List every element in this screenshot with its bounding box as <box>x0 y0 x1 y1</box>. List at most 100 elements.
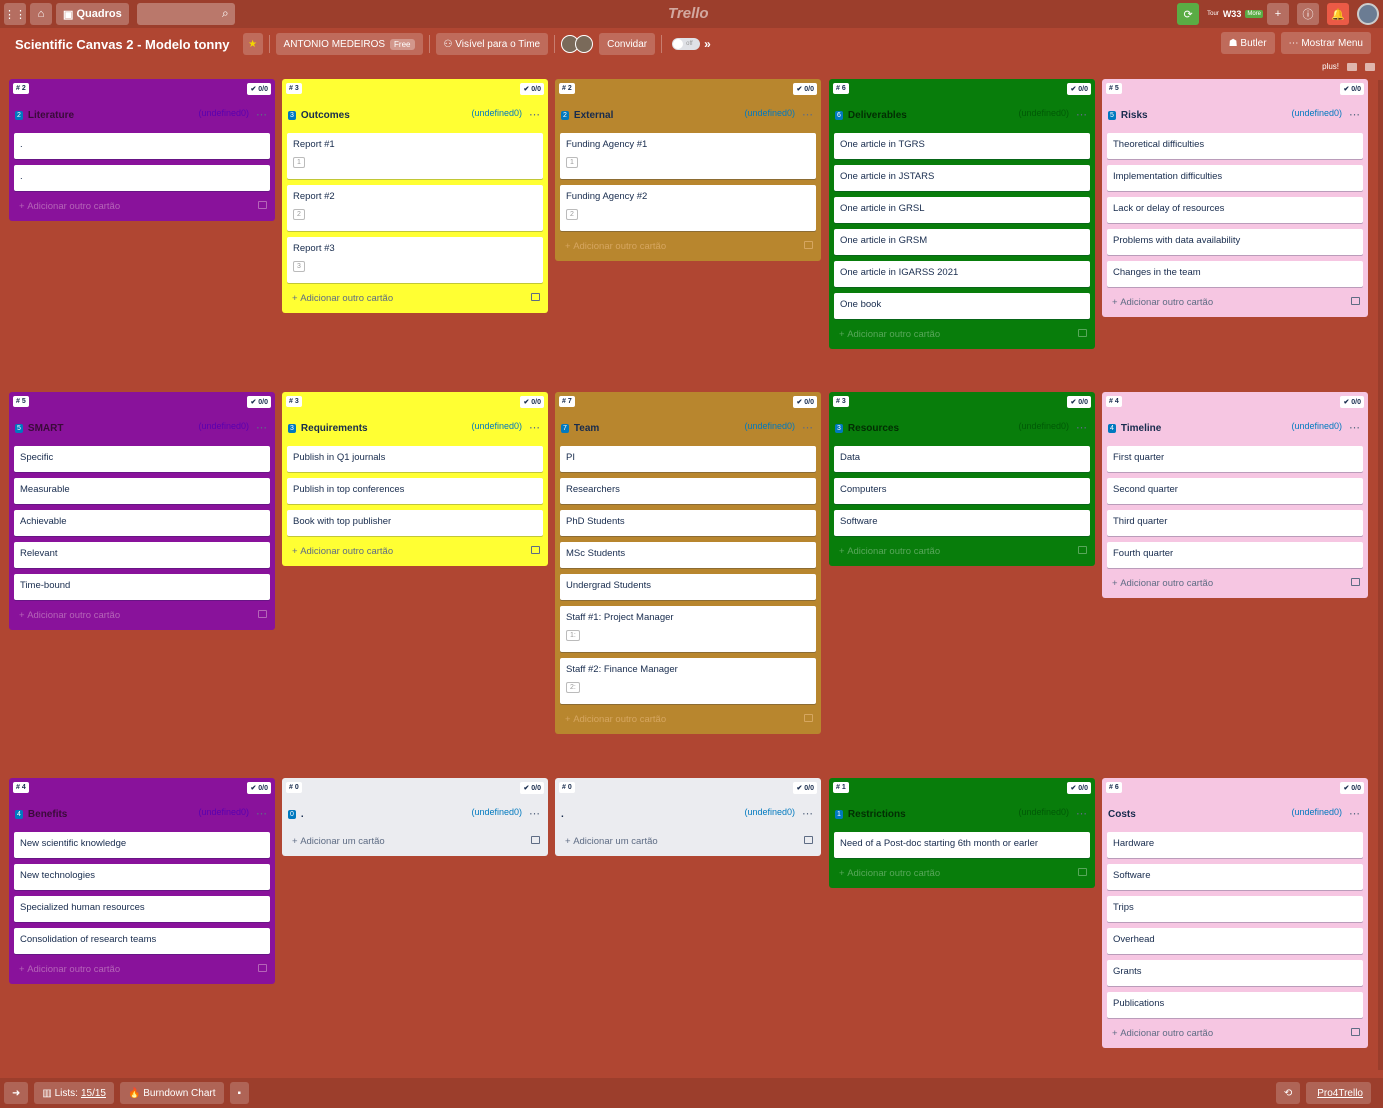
card[interactable]: Publications <box>1107 992 1363 1018</box>
card[interactable]: Book with top publisher <box>287 510 543 536</box>
lists-value[interactable]: 15/15 <box>81 1088 106 1099</box>
add-card-button[interactable]: + Adicionar outro cartão <box>9 197 275 215</box>
card-template-icon[interactable] <box>1078 546 1087 554</box>
card[interactable]: Funding Agency #2 2 <box>560 185 816 231</box>
list-requirements[interactable]: # 3 ✔ 0/0 3 Requirements (undefined0) ⋯ Publis… <box>282 392 548 566</box>
invite-button[interactable]: Convidar <box>599 33 656 55</box>
list-title[interactable]: . <box>561 809 564 820</box>
card-template-icon[interactable] <box>258 201 267 209</box>
add-card-button[interactable]: + Adicionar outro cartão <box>1102 574 1368 592</box>
card[interactable]: Problems with data availability <box>1107 229 1363 255</box>
list-menu-icon[interactable]: ⋯ <box>529 108 540 121</box>
add-card-button[interactable]: + Adicionar outro cartão <box>282 542 548 560</box>
card[interactable]: Computers <box>834 478 1090 504</box>
add-card-button[interactable]: + Adicionar outro cartão <box>829 864 1095 882</box>
card[interactable]: Grants <box>1107 960 1363 986</box>
list-menu-icon[interactable]: ⋯ <box>256 108 267 121</box>
pro4trello-label[interactable]: Pro4Trello <box>1317 1088 1363 1099</box>
card[interactable]: Achievable <box>14 510 270 536</box>
card-template-icon[interactable] <box>258 610 267 618</box>
add-card-button[interactable]: + Adicionar outro cartão <box>829 325 1095 343</box>
card[interactable]: Trips <box>1107 896 1363 922</box>
notifications-bell-icon[interactable]: 🔔 <box>1327 3 1349 25</box>
more-badge[interactable]: More <box>1245 10 1263 18</box>
visibility-button[interactable]: ⚇ Visível para o Time <box>435 33 549 55</box>
card[interactable]: Overhead <box>1107 928 1363 954</box>
card[interactable]: Hardware <box>1107 832 1363 858</box>
card[interactable]: Publish in Q1 journals <box>287 446 543 472</box>
card[interactable]: Measurable <box>14 478 270 504</box>
add-card-button[interactable]: + Adicionar outro cartão <box>1102 1024 1368 1042</box>
card-template-icon[interactable] <box>1351 297 1360 305</box>
card[interactable]: Lack or delay of resources <box>1107 197 1363 223</box>
card[interactable]: One article in JSTARS <box>834 165 1090 191</box>
list-menu-icon[interactable]: ⋯ <box>1076 421 1087 434</box>
add-card-button[interactable]: + Adicionar outro cartão <box>555 710 821 728</box>
list-untitled[interactable]: # 0 ✔ 0/0 0. (undefined0) ⋯ + Adicionar um ca… <box>282 778 548 856</box>
card-template-icon[interactable] <box>531 546 540 554</box>
add-card-button[interactable]: + Adicionar um cartão <box>282 832 548 850</box>
card[interactable]: Consolidation of research teams <box>14 928 270 954</box>
card[interactable]: One article in IGARSS 2021 <box>834 261 1090 287</box>
board-title[interactable]: Scientific Canvas 2 - Modelo tonny <box>10 37 235 52</box>
card[interactable]: Changes in the team <box>1107 261 1363 287</box>
mini-icon[interactable]: ▪ <box>229 1082 250 1104</box>
card[interactable]: Staff #2: Finance Manager 2: <box>560 658 816 704</box>
member-avatar[interactable] <box>575 35 594 53</box>
card[interactable]: Funding Agency #1 1 <box>560 133 816 179</box>
card-template-icon[interactable] <box>531 293 540 301</box>
home-icon[interactable]: ⌂ <box>30 3 52 25</box>
card[interactable]: Fourth quarter <box>1107 542 1363 568</box>
list-menu-icon[interactable]: ⋯ <box>256 421 267 434</box>
card[interactable]: Need of a Post-doc starting 6th month or… <box>834 832 1090 858</box>
card[interactable]: One article in TGRS <box>834 133 1090 159</box>
card[interactable]: Researchers <box>560 478 816 504</box>
plus-label[interactable]: plus! <box>1322 62 1339 71</box>
double-chevron-icon[interactable]: » <box>704 37 711 51</box>
list-menu-icon[interactable]: ⋯ <box>529 807 540 820</box>
card[interactable]: Report #1 1 <box>287 133 543 179</box>
list-title[interactable]: Risks <box>1121 110 1148 121</box>
card[interactable]: Specialized human resources <box>14 896 270 922</box>
w33-label[interactable]: W33 <box>1223 9 1242 19</box>
card-template-icon[interactable] <box>804 714 813 722</box>
expand-arrow-icon[interactable]: ➜ <box>4 1082 29 1104</box>
list-external[interactable]: # 2 ✔ 0/0 2 External (undefined0) ⋯ Funding Ag… <box>555 79 821 261</box>
butler-button[interactable]: ☗ Butler <box>1220 32 1275 54</box>
card[interactable]: Relevant <box>14 542 270 568</box>
card[interactable]: New technologies <box>14 864 270 890</box>
list-title[interactable]: Benefits <box>28 809 67 820</box>
show-menu-button[interactable]: ⋯ Mostrar Menu <box>1280 32 1371 54</box>
burndown-chart-button[interactable]: 🔥 Burndown Chart <box>120 1082 224 1104</box>
list-menu-icon[interactable]: ⋯ <box>1076 108 1087 121</box>
search-input[interactable]: ⌕ <box>136 3 235 25</box>
card[interactable]: . <box>14 133 270 159</box>
card[interactable]: Staff #1: Project Manager 1: <box>560 606 816 652</box>
list-costs[interactable]: # 6 ✔ 0/0 Costs (undefined0) ⋯ Hardware Softwa… <box>1102 778 1368 1048</box>
card-template-icon[interactable] <box>804 836 813 844</box>
card-view-icon[interactable] <box>1347 62 1357 71</box>
list-smart[interactable]: # 5 ✔ 0/0 5 SMART (undefined0) ⋯ Specific Measu… <box>9 392 275 630</box>
list-title[interactable]: Timeline <box>1121 423 1161 434</box>
card[interactable]: Second quarter <box>1107 478 1363 504</box>
add-card-button[interactable]: + Adicionar outro cartão <box>829 542 1095 560</box>
card[interactable]: Theoretical difficulties <box>1107 133 1363 159</box>
card[interactable]: Specific <box>14 446 270 472</box>
card[interactable]: Software <box>834 510 1090 536</box>
card[interactable]: PI <box>560 446 816 472</box>
boards-button[interactable]: ▣ Quadros <box>56 3 129 25</box>
list-title[interactable]: Outcomes <box>301 110 350 121</box>
apps-grid-icon[interactable]: ⋮⋮ <box>4 3 26 25</box>
vertical-scrollbar[interactable] <box>1378 80 1383 1070</box>
list-menu-icon[interactable]: ⋯ <box>802 108 813 121</box>
list-title[interactable]: Resources <box>848 423 899 434</box>
list-menu-icon[interactable]: ⋯ <box>802 421 813 434</box>
list-benefits[interactable]: # 4 ✔ 0/0 4 Benefits (undefined0) ⋯ New scient… <box>9 778 275 984</box>
card[interactable]: Data <box>834 446 1090 472</box>
list-restrictions[interactable]: # 1 ✔ 0/0 1 Restrictions (undefined0) ⋯ Need o… <box>829 778 1095 888</box>
list-title[interactable]: Deliverables <box>848 110 907 121</box>
card[interactable]: New scientific knowledge <box>14 832 270 858</box>
list-menu-icon[interactable]: ⋯ <box>1076 807 1087 820</box>
user-avatar[interactable] <box>1357 3 1379 25</box>
list-outcomes[interactable]: # 3 ✔ 0/0 3 Outcomes (undefined0) ⋯ Report #1 1… <box>282 79 548 313</box>
